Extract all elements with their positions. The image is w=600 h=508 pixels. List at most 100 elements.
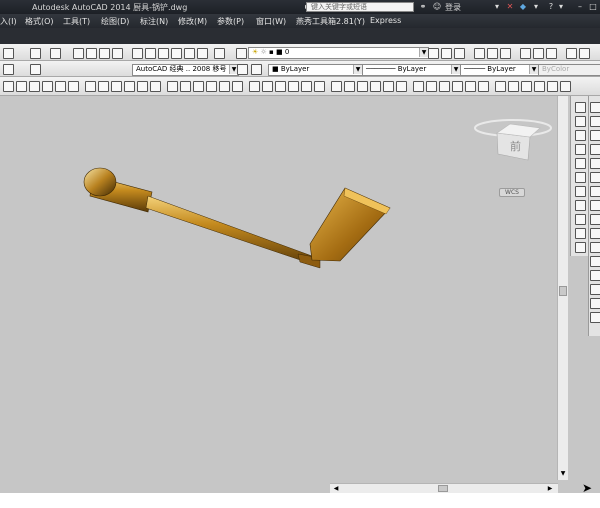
workspace-dropdown[interactable]: AutoCAD 经典 .. 2008 移号 ▼	[132, 64, 239, 76]
copy-icon[interactable]	[590, 116, 600, 127]
menu-yanxiu-tools[interactable]: 燕秀工具箱2.81(Y)	[296, 16, 365, 27]
circle-icon[interactable]	[575, 172, 586, 183]
region-icon[interactable]	[500, 48, 511, 59]
model-viewport[interactable]: 前	[0, 96, 557, 483]
tool-palettes-icon[interactable]	[158, 48, 169, 59]
undo-icon[interactable]	[30, 48, 41, 59]
zoom-realtime-icon[interactable]	[86, 48, 97, 59]
walk-icon[interactable]	[370, 81, 381, 92]
lights-icon[interactable]	[439, 81, 450, 92]
gear-icon[interactable]	[237, 64, 248, 75]
visual-styles-icon[interactable]	[413, 81, 424, 92]
offset-icon[interactable]	[590, 144, 600, 155]
insert-block-icon[interactable]	[575, 228, 586, 239]
sweep-icon[interactable]	[137, 81, 148, 92]
view-manager-icon[interactable]	[478, 81, 489, 92]
free-orbit-icon[interactable]	[357, 81, 368, 92]
trim-icon[interactable]	[590, 228, 600, 239]
interfere-icon[interactable]	[249, 81, 260, 92]
search-input[interactable]: 键入关键字或短语	[306, 2, 414, 12]
dropdown-icon[interactable]: ▾	[492, 2, 502, 12]
spline-icon[interactable]	[575, 200, 586, 211]
subtract-icon[interactable]	[193, 81, 204, 92]
torus-icon[interactable]	[68, 81, 79, 92]
menu-tools[interactable]: 工具(T)	[63, 16, 90, 27]
rectangle-icon[interactable]	[575, 144, 586, 155]
sheet-set-icon[interactable]	[171, 48, 182, 59]
lineweight-dropdown[interactable]: ───── ByLayer ▼	[460, 64, 539, 76]
make-current-icon[interactable]	[428, 48, 439, 59]
extend-icon[interactable]	[590, 242, 600, 253]
layer-dropdown[interactable]: ☀ ☼ ▪ ■ 0 ▼	[248, 47, 429, 59]
box-icon[interactable]	[3, 81, 14, 92]
pan-icon[interactable]	[73, 48, 84, 59]
wedge-icon[interactable]	[16, 81, 27, 92]
zoom-window-icon[interactable]	[99, 48, 110, 59]
color-dropdown[interactable]: ■ ByLayer ▼	[268, 64, 363, 76]
cone-icon[interactable]	[29, 81, 40, 92]
exchange-icon[interactable]: ✕	[505, 2, 515, 12]
connect-icon[interactable]: ◆	[518, 2, 528, 12]
redo-icon[interactable]	[50, 48, 61, 59]
array-icon[interactable]	[590, 158, 600, 169]
union-icon[interactable]	[180, 81, 191, 92]
stretch-icon[interactable]	[590, 214, 600, 225]
dropdown-icon[interactable]: ▾	[531, 2, 541, 12]
spline-icon[interactable]	[566, 48, 577, 59]
scroll-left-icon[interactable]: ◀	[332, 485, 340, 492]
zoom-previous-icon[interactable]	[112, 48, 123, 59]
materials-icon[interactable]	[452, 81, 463, 92]
spline-edit-icon[interactable]	[579, 48, 590, 59]
help-button[interactable]: ?	[546, 2, 556, 12]
3d-move-icon[interactable]	[288, 81, 299, 92]
3d-rotate-icon[interactable]	[301, 81, 312, 92]
scroll-thumb[interactable]	[438, 485, 448, 492]
menu-draw[interactable]: 绘图(D)	[101, 16, 129, 27]
freehand-icon[interactable]	[520, 48, 531, 59]
polysolid-icon[interactable]	[219, 81, 230, 92]
move-icon[interactable]	[590, 172, 600, 183]
top-view-icon[interactable]	[508, 81, 519, 92]
polygon-icon[interactable]	[575, 130, 586, 141]
loft-icon[interactable]	[167, 81, 178, 92]
sphere-icon[interactable]	[42, 81, 53, 92]
mirror-icon[interactable]	[590, 130, 600, 141]
menu-express[interactable]: Express	[370, 16, 401, 25]
login-button[interactable]: 登录	[445, 2, 461, 13]
menu-window[interactable]: 窗口(W)	[256, 16, 286, 27]
layer-properties-icon[interactable]	[236, 48, 247, 59]
area-icon[interactable]	[487, 48, 498, 59]
curve-icon[interactable]	[546, 48, 557, 59]
properties-icon[interactable]	[132, 48, 143, 59]
planar-surface-icon[interactable]	[98, 81, 109, 92]
sketch-icon[interactable]	[533, 48, 544, 59]
fly-icon[interactable]	[383, 81, 394, 92]
scale-icon[interactable]	[590, 200, 600, 211]
line-icon[interactable]	[575, 102, 586, 113]
horizontal-scrollbar[interactable]: ◀ ▶	[330, 483, 558, 493]
new-icon[interactable]	[3, 48, 14, 59]
user-icon[interactable]: ☺	[432, 2, 442, 12]
presspull-icon[interactable]	[124, 81, 135, 92]
hatch-icon[interactable]	[575, 242, 586, 253]
wcs-button[interactable]: WCS	[499, 188, 525, 197]
menu-dimension[interactable]: 标注(N)	[140, 16, 168, 27]
render-icon[interactable]	[426, 81, 437, 92]
break-icon[interactable]	[590, 256, 600, 267]
chamfer-icon[interactable]	[590, 284, 600, 295]
orbit-icon[interactable]	[344, 81, 355, 92]
menu-parametric[interactable]: 参数(P)	[217, 16, 244, 27]
bottom-view-icon[interactable]	[521, 81, 532, 92]
layer-previous-icon[interactable]	[441, 48, 452, 59]
front-view-icon[interactable]	[560, 81, 571, 92]
extrude-icon[interactable]	[111, 81, 122, 92]
magnifier-icon[interactable]	[30, 64, 41, 75]
3d-align-icon[interactable]	[314, 81, 325, 92]
vertical-scrollbar[interactable]: ▼	[557, 96, 568, 480]
sun-icon[interactable]	[465, 81, 476, 92]
camera-icon[interactable]	[396, 81, 407, 92]
ellipse-icon[interactable]	[575, 214, 586, 225]
distance-icon[interactable]	[474, 48, 485, 59]
section-plane-icon[interactable]	[275, 81, 286, 92]
right-view-icon[interactable]	[547, 81, 558, 92]
